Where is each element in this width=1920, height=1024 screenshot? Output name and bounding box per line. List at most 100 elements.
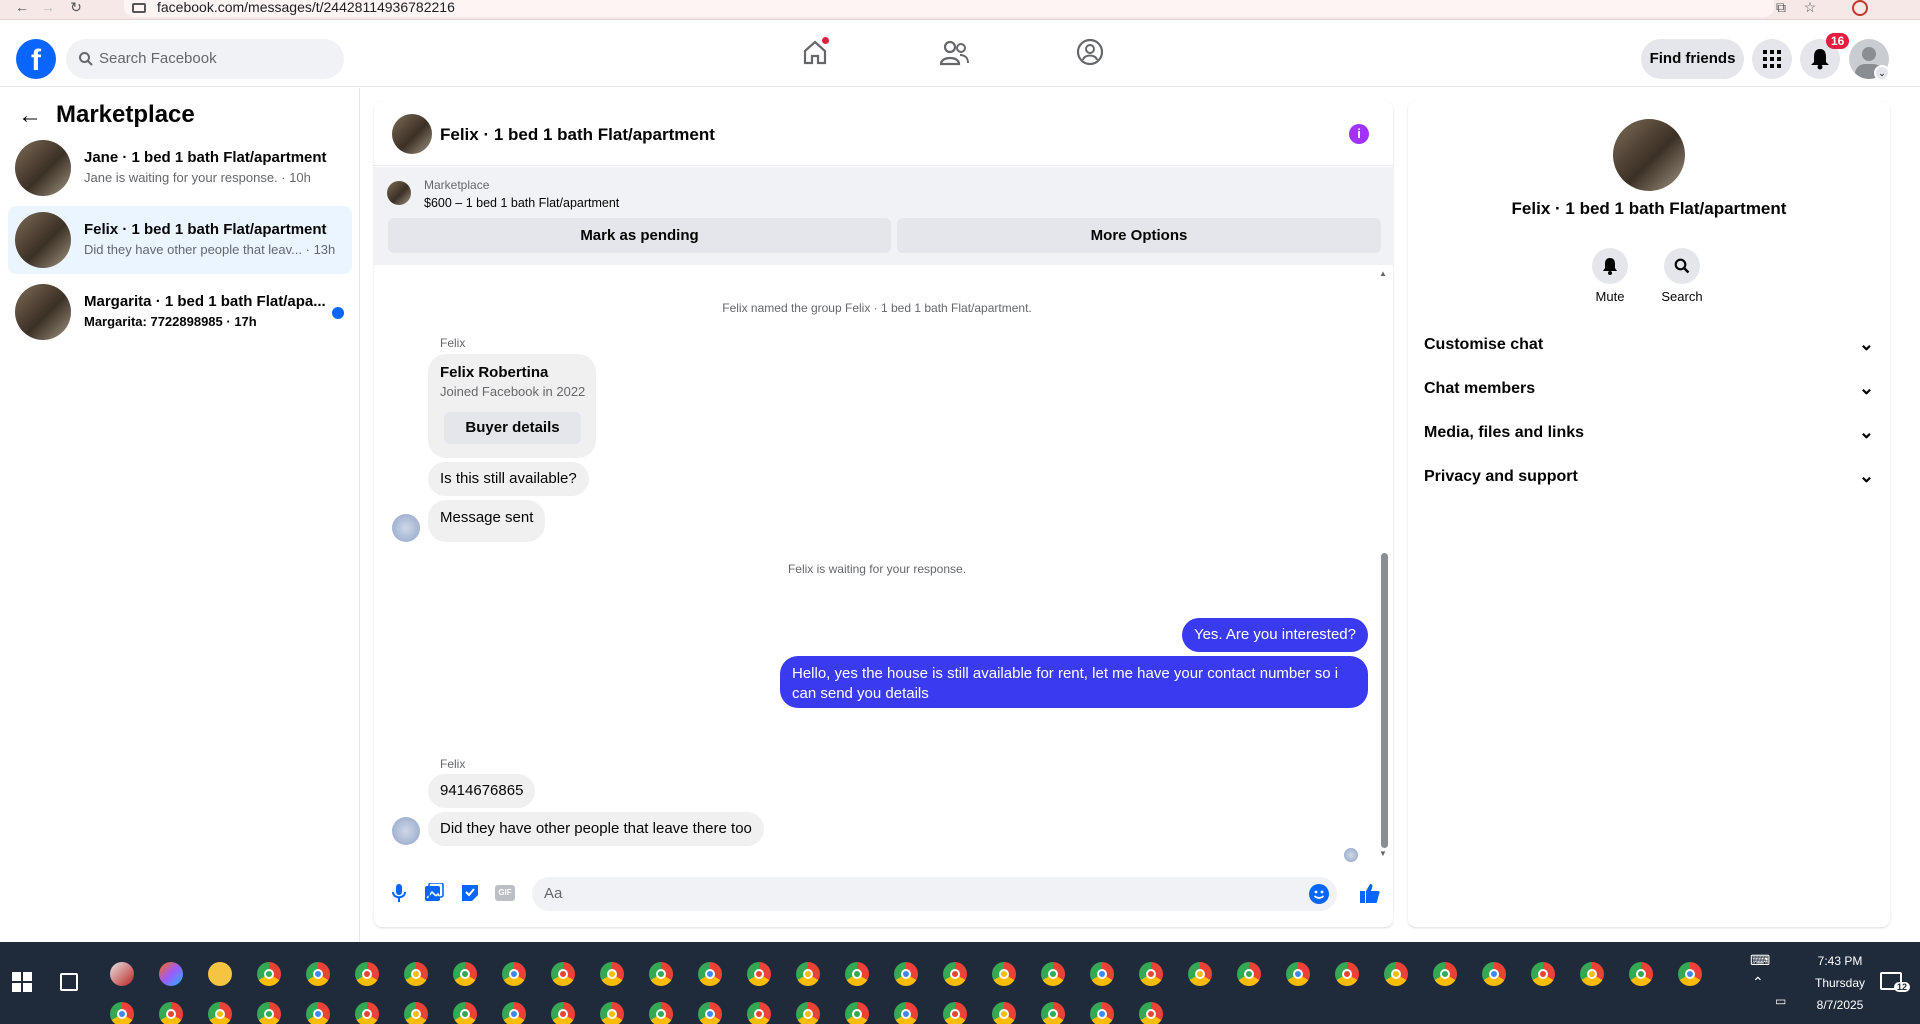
taskbar-app-icon[interactable] <box>502 962 526 986</box>
taskbar-app-icon[interactable] <box>453 962 477 986</box>
taskbar-app-icon[interactable] <box>1678 962 1702 986</box>
accordion-chat-members[interactable]: Chat members ⌄ <box>1424 372 1874 408</box>
conversation-item[interactable]: Jane · 1 bed 1 bath Flat/apartment Jane … <box>8 134 352 202</box>
friends-nav[interactable] <box>938 39 970 67</box>
chat-avatar[interactable] <box>392 114 432 154</box>
taskbar-app-icon[interactable] <box>355 1002 379 1024</box>
taskbar-app-icon[interactable] <box>159 962 183 986</box>
message-input[interactable]: Aa <box>532 877 1337 911</box>
taskbar-app-icon[interactable] <box>600 1002 624 1024</box>
taskbar-app-icon[interactable] <box>796 962 820 986</box>
taskbar-app-icon[interactable] <box>1041 962 1065 986</box>
incoming-message[interactable]: Message sent <box>428 500 546 542</box>
find-friends-button[interactable]: Find friends <box>1641 39 1744 79</box>
profile-icon[interactable] <box>1852 0 1868 16</box>
microphone-icon[interactable] <box>390 883 408 903</box>
taskbar-app-icon[interactable] <box>649 1002 673 1024</box>
bookmark-star-icon[interactable]: ☆ <box>1800 0 1820 17</box>
home-nav[interactable] <box>800 37 830 67</box>
listing-price[interactable]: $600 – 1 bed 1 bath Flat/apartment <box>424 196 619 210</box>
task-view-icon[interactable] <box>60 973 78 991</box>
taskbar-app-icon[interactable] <box>845 962 869 986</box>
menu-button[interactable] <box>1752 39 1792 79</box>
taskbar-app-icon[interactable] <box>698 962 722 986</box>
taskbar-app-icon[interactable] <box>1482 962 1506 986</box>
taskbar-app-icon[interactable] <box>355 962 379 986</box>
taskbar-app-icon[interactable] <box>1139 1002 1163 1024</box>
taskbar-app-icon[interactable] <box>649 962 673 986</box>
taskbar-app-icon[interactable] <box>1188 962 1212 986</box>
thumbs-up-icon[interactable] <box>1359 882 1381 904</box>
taskbar-app-icon[interactable] <box>1629 962 1653 986</box>
chat-title[interactable]: Felix · 1 bed 1 bath Flat/apartment <box>440 125 715 145</box>
outgoing-message[interactable]: Hello, yes the house is still available … <box>780 656 1368 708</box>
taskbar-app-icon[interactable] <box>943 1002 967 1024</box>
scroll-down-icon[interactable]: ▼ <box>1379 849 1387 858</box>
conversation-item-active[interactable]: Felix · 1 bed 1 bath Flat/apartment Did … <box>8 206 352 274</box>
scroll-up-icon[interactable]: ▲ <box>1379 269 1387 278</box>
action-center-icon[interactable]: 12 <box>1880 972 1911 992</box>
taskbar-app-icon[interactable] <box>747 962 771 986</box>
taskbar-app-icon[interactable] <box>110 1002 134 1024</box>
sticker-icon[interactable] <box>460 883 480 903</box>
outgoing-message[interactable]: Yes. Are you interested? <box>1181 618 1368 652</box>
taskbar-app-icon[interactable] <box>992 962 1016 986</box>
windows-start-icon[interactable] <box>12 972 32 992</box>
taskbar-app-icon[interactable] <box>404 962 428 986</box>
photo-icon[interactable] <box>424 883 444 903</box>
taskbar-app-icon[interactable] <box>747 1002 771 1024</box>
taskbar-app-icon[interactable] <box>1041 1002 1065 1024</box>
scrollbar-thumb[interactable] <box>1381 553 1388 848</box>
taskbar-app-icon[interactable] <box>894 1002 918 1024</box>
more-options-button[interactable]: More Options <box>897 218 1381 253</box>
back-icon[interactable]: ← <box>12 0 32 17</box>
taskbar-app-icon[interactable] <box>1286 962 1310 986</box>
clock-time[interactable]: 7:43 PM <box>1800 954 1880 968</box>
accordion-privacy-support[interactable]: Privacy and support ⌄ <box>1424 460 1874 496</box>
install-app-icon[interactable]: ⧉ <box>1771 0 1791 17</box>
forward-icon[interactable]: → <box>38 0 58 17</box>
incoming-message[interactable]: Is this still available? <box>428 462 589 496</box>
taskbar-app-icon[interactable] <box>1139 962 1163 986</box>
show-hidden-icons-chevron[interactable]: ⌃ <box>1752 974 1764 991</box>
reload-icon[interactable]: ↻ <box>66 0 86 17</box>
taskbar-app-icon[interactable] <box>110 962 134 986</box>
taskbar-app-icon[interactable] <box>1335 962 1359 986</box>
clock-day[interactable]: Thursday <box>1800 976 1880 990</box>
gif-icon[interactable]: GIF <box>495 885 515 901</box>
groups-nav[interactable] <box>1075 37 1105 67</box>
taskbar-app-icon[interactable] <box>1237 962 1261 986</box>
mute-button[interactable] <box>1592 248 1628 284</box>
message-scrollbar[interactable]: ▲ ▼ <box>1379 269 1389 869</box>
info-icon[interactable]: i <box>1349 124 1369 144</box>
taskbar-app-icon[interactable] <box>551 1002 575 1024</box>
taskbar-app-icon[interactable] <box>796 1002 820 1024</box>
taskbar-app-icon[interactable] <box>453 1002 477 1024</box>
taskbar-app-icon[interactable] <box>1580 962 1604 986</box>
address-bar[interactable]: facebook.com/messages/t/2442811493678221… <box>124 0 1774 17</box>
accordion-customise-chat[interactable]: Customise chat ⌄ <box>1424 328 1874 364</box>
taskbar-app-icon[interactable] <box>306 1002 330 1024</box>
battery-icon[interactable]: ⌨ <box>1750 952 1770 969</box>
taskbar-app-icon[interactable] <box>698 1002 722 1024</box>
site-settings-icon[interactable] <box>132 3 146 13</box>
taskbar-app-icon[interactable] <box>159 1002 183 1024</box>
taskbar-app-icon[interactable] <box>1433 962 1457 986</box>
taskbar-app-icon[interactable] <box>600 962 624 986</box>
taskbar-app-icon[interactable] <box>257 962 281 986</box>
taskbar-app-icon[interactable] <box>257 1002 281 1024</box>
search-in-chat-button[interactable] <box>1664 248 1700 284</box>
taskbar-app-icon[interactable] <box>1090 962 1114 986</box>
taskbar-app-icon[interactable] <box>1090 1002 1114 1024</box>
incoming-message[interactable]: Did they have other people that leave th… <box>428 812 764 846</box>
taskbar-app-icon[interactable] <box>208 1002 232 1024</box>
taskbar-app-icon[interactable] <box>208 962 232 986</box>
taskbar-app-icon[interactable] <box>1531 962 1555 986</box>
clock-date[interactable]: 8/7/2025 <box>1800 998 1880 1012</box>
taskbar-app-icon[interactable] <box>1384 962 1408 986</box>
back-arrow-icon[interactable]: ← <box>18 102 42 130</box>
taskbar-app-icon[interactable] <box>992 1002 1016 1024</box>
sender-avatar[interactable] <box>392 514 420 542</box>
taskbar-app-icon[interactable] <box>306 962 330 986</box>
network-icon[interactable]: ▭ <box>1775 994 1786 1008</box>
